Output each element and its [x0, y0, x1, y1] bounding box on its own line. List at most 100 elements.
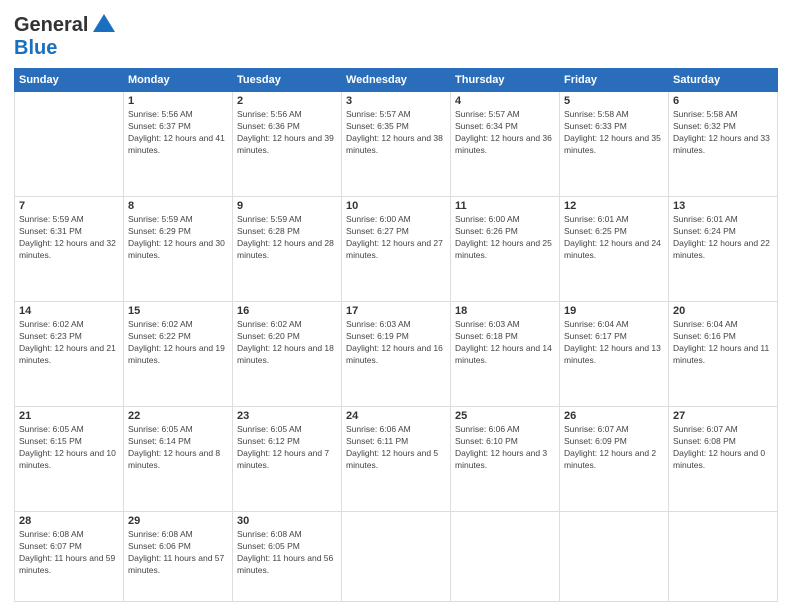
calendar-cell: 23Sunrise: 6:05 AMSunset: 6:12 PMDayligh… [233, 407, 342, 512]
calendar-table: SundayMondayTuesdayWednesdayThursdayFrid… [14, 68, 778, 602]
cell-details: Sunrise: 5:58 AMSunset: 6:32 PMDaylight:… [673, 109, 773, 157]
cell-details: Sunrise: 6:07 AMSunset: 6:09 PMDaylight:… [564, 424, 664, 472]
day-number: 20 [673, 305, 773, 317]
day-number: 9 [237, 200, 337, 212]
calendar-cell: 24 Sunrise: 6:06 AMSunset: 6:11 PMDayligh… [342, 407, 451, 512]
day-number: 28 [19, 515, 119, 527]
calendar-cell: 30Sunrise: 6:08 AMSunset: 6:05 PMDayligh… [233, 512, 342, 602]
cell-details: Sunrise: 5:56 AMSunset: 6:37 PMDaylight:… [128, 109, 228, 157]
cell-details: Sunrise: 6:06 AMSunset: 6:10 PMDaylight:… [455, 424, 555, 472]
cell-details: Sunrise: 6:02 AMSunset: 6:22 PMDaylight:… [128, 319, 228, 367]
cell-details: Sunrise: 6:01 AMSunset: 6:25 PMDaylight:… [564, 214, 664, 262]
header: General Blue [14, 10, 778, 60]
day-number: 24 [346, 410, 446, 422]
calendar-cell: 20Sunrise: 6:04 AMSunset: 6:16 PMDayligh… [669, 302, 778, 407]
day-number: 15 [128, 305, 228, 317]
calendar-cell: 2Sunrise: 5:56 AMSunset: 6:36 PMDaylight… [233, 92, 342, 197]
day-number: 18 [455, 305, 555, 317]
calendar-cell: 10 Sunrise: 6:00 AMSunset: 6:27 PMDayligh… [342, 197, 451, 302]
calendar-cell: 19Sunrise: 6:04 AMSunset: 6:17 PMDayligh… [560, 302, 669, 407]
calendar-cell: 26 Sunrise: 6:07 AMSunset: 6:09 PMDayligh… [560, 407, 669, 512]
cell-details: Sunrise: 6:08 AMSunset: 6:06 PMDaylight:… [128, 529, 228, 577]
cell-details: Sunrise: 5:56 AMSunset: 6:36 PMDaylight:… [237, 109, 337, 157]
calendar-cell: 25 Sunrise: 6:06 AMSunset: 6:10 PMDayligh… [451, 407, 560, 512]
cell-details: Sunrise: 6:05 AMSunset: 6:12 PMDaylight:… [237, 424, 337, 472]
calendar-cell [451, 512, 560, 602]
day-number: 16 [237, 305, 337, 317]
calendar-cell: 12 Sunrise: 6:01 AMSunset: 6:25 PMDayligh… [560, 197, 669, 302]
day-number: 26 [564, 410, 664, 422]
page: General Blue SundayMondayTuesdayWednesda… [0, 0, 792, 612]
cell-details: Sunrise: 6:00 AMSunset: 6:27 PMDaylight:… [346, 214, 446, 262]
day-number: 27 [673, 410, 773, 422]
weekday-header-friday: Friday [560, 69, 669, 92]
cell-details: Sunrise: 5:59 AMSunset: 6:28 PMDaylight:… [237, 214, 337, 262]
calendar-cell: 6 Sunrise: 5:58 AMSunset: 6:32 PMDaylight… [669, 92, 778, 197]
logo-general-text: General [14, 14, 88, 37]
cell-details: Sunrise: 6:08 AMSunset: 6:05 PMDaylight:… [237, 529, 337, 577]
weekday-header-wednesday: Wednesday [342, 69, 451, 92]
calendar-cell: 1 Sunrise: 5:56 AMSunset: 6:37 PMDaylight… [124, 92, 233, 197]
cell-details: Sunrise: 6:02 AMSunset: 6:20 PMDaylight:… [237, 319, 337, 367]
weekday-header-thursday: Thursday [451, 69, 560, 92]
cell-details: Sunrise: 6:06 AMSunset: 6:11 PMDaylight:… [346, 424, 446, 472]
calendar-cell: 14 Sunrise: 6:02 AMSunset: 6:23 PMDayligh… [15, 302, 124, 407]
calendar-cell: 21 Sunrise: 6:05 AMSunset: 6:15 PMDayligh… [15, 407, 124, 512]
logo: General Blue [14, 14, 115, 60]
week-row-1: 1 Sunrise: 5:56 AMSunset: 6:37 PMDaylight… [15, 92, 778, 197]
calendar-cell: 27Sunrise: 6:07 AMSunset: 6:08 PMDayligh… [669, 407, 778, 512]
calendar-cell: 13 Sunrise: 6:01 AMSunset: 6:24 PMDayligh… [669, 197, 778, 302]
cell-details: Sunrise: 6:00 AMSunset: 6:26 PMDaylight:… [455, 214, 555, 262]
calendar-cell [560, 512, 669, 602]
day-number: 21 [19, 410, 119, 422]
day-number: 10 [346, 200, 446, 212]
week-row-4: 21 Sunrise: 6:05 AMSunset: 6:15 PMDayligh… [15, 407, 778, 512]
calendar-cell [15, 92, 124, 197]
logo-triangle-icon [93, 14, 115, 32]
day-number: 13 [673, 200, 773, 212]
cell-details: Sunrise: 5:58 AMSunset: 6:33 PMDaylight:… [564, 109, 664, 157]
calendar-cell: 8 Sunrise: 5:59 AMSunset: 6:29 PMDaylight… [124, 197, 233, 302]
day-number: 4 [455, 95, 555, 107]
cell-details: Sunrise: 6:01 AMSunset: 6:24 PMDaylight:… [673, 214, 773, 262]
cell-details: Sunrise: 6:02 AMSunset: 6:23 PMDaylight:… [19, 319, 119, 367]
day-number: 1 [128, 95, 228, 107]
day-number: 7 [19, 200, 119, 212]
calendar-cell: 28 Sunrise: 6:08 AMSunset: 6:07 PMDayligh… [15, 512, 124, 602]
day-number: 11 [455, 200, 555, 212]
weekday-header-monday: Monday [124, 69, 233, 92]
weekday-header-row: SundayMondayTuesdayWednesdayThursdayFrid… [15, 69, 778, 92]
calendar-cell: 16 Sunrise: 6:02 AMSunset: 6:20 PMDayligh… [233, 302, 342, 407]
day-number: 12 [564, 200, 664, 212]
cell-details: Sunrise: 6:03 AMSunset: 6:18 PMDaylight:… [455, 319, 555, 367]
calendar-cell: 7 Sunrise: 5:59 AMSunset: 6:31 PMDaylight… [15, 197, 124, 302]
calendar-cell: 11 Sunrise: 6:00 AMSunset: 6:26 PMDayligh… [451, 197, 560, 302]
calendar-cell: 29 Sunrise: 6:08 AMSunset: 6:06 PMDayligh… [124, 512, 233, 602]
weekday-header-sunday: Sunday [15, 69, 124, 92]
day-number: 6 [673, 95, 773, 107]
day-number: 14 [19, 305, 119, 317]
week-row-2: 7 Sunrise: 5:59 AMSunset: 6:31 PMDaylight… [15, 197, 778, 302]
logo-blue-text: Blue [14, 37, 57, 59]
calendar-cell: 9 Sunrise: 5:59 AMSunset: 6:28 PMDaylight… [233, 197, 342, 302]
cell-details: Sunrise: 6:08 AMSunset: 6:07 PMDaylight:… [19, 529, 119, 577]
cell-details: Sunrise: 5:59 AMSunset: 6:29 PMDaylight:… [128, 214, 228, 262]
calendar-cell: 3 Sunrise: 5:57 AMSunset: 6:35 PMDaylight… [342, 92, 451, 197]
cell-details: Sunrise: 6:05 AMSunset: 6:15 PMDaylight:… [19, 424, 119, 472]
day-number: 8 [128, 200, 228, 212]
day-number: 19 [564, 305, 664, 317]
day-number: 3 [346, 95, 446, 107]
calendar-cell [342, 512, 451, 602]
cell-details: Sunrise: 6:03 AMSunset: 6:19 PMDaylight:… [346, 319, 446, 367]
day-number: 17 [346, 305, 446, 317]
week-row-3: 14 Sunrise: 6:02 AMSunset: 6:23 PMDayligh… [15, 302, 778, 407]
weekday-header-saturday: Saturday [669, 69, 778, 92]
weekday-header-tuesday: Tuesday [233, 69, 342, 92]
cell-details: Sunrise: 5:59 AMSunset: 6:31 PMDaylight:… [19, 214, 119, 262]
calendar-cell [669, 512, 778, 602]
day-number: 29 [128, 515, 228, 527]
cell-details: Sunrise: 5:57 AMSunset: 6:35 PMDaylight:… [346, 109, 446, 157]
calendar-cell: 4Sunrise: 5:57 AMSunset: 6:34 PMDaylight… [451, 92, 560, 197]
calendar-cell: 17 Sunrise: 6:03 AMSunset: 6:19 PMDayligh… [342, 302, 451, 407]
day-number: 25 [455, 410, 555, 422]
